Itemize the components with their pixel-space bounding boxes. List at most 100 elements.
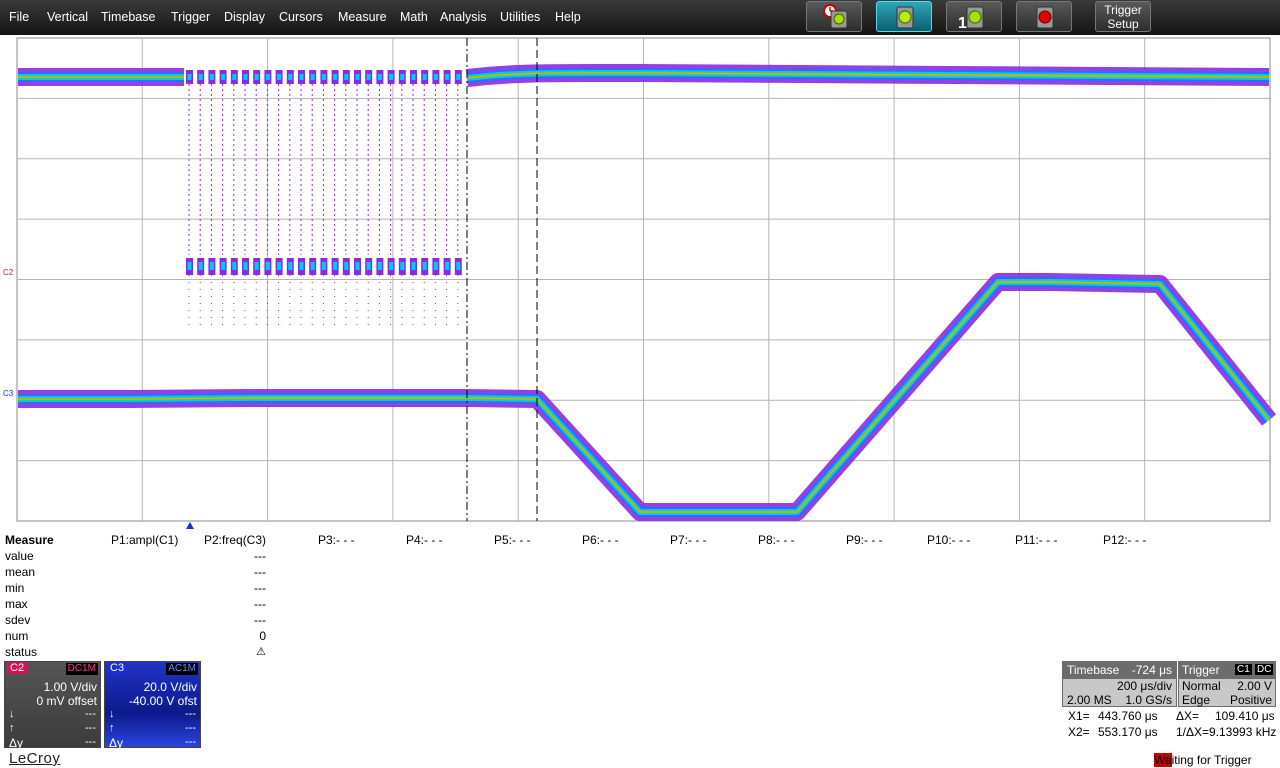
status-text: iting for Trigger — [1171, 753, 1252, 767]
c2-arrow-down-icon: ↓ — [9, 708, 15, 720]
c3-level-marker[interactable]: C3 — [3, 389, 13, 398]
timebase-samples: 2.00 MS — [1067, 693, 1112, 707]
pulse-low-core — [422, 262, 427, 270]
pulse-high-core — [422, 74, 427, 80]
c2-offset: 0 mV offset — [36, 694, 97, 708]
measure-row-max: max — [5, 597, 28, 611]
measure-col-p12[interactable]: P12:- - - — [1103, 533, 1146, 547]
p2-min: --- — [254, 581, 266, 595]
pulse-high-core — [389, 74, 394, 80]
cursor-dx-value: 109.410 μs — [1215, 709, 1275, 723]
pulse-low-core — [321, 262, 326, 270]
c2-tag: C2 — [7, 662, 28, 674]
status-highlight: Wa — [1154, 753, 1172, 767]
pulse-high-core — [411, 74, 416, 80]
pulse-high-core — [209, 74, 214, 80]
c3-cursor-val-2: --- — [185, 722, 196, 734]
trigger-slope: Positive — [1229, 693, 1272, 707]
pulse-low-core — [187, 262, 192, 270]
pulse-high-core — [299, 74, 304, 80]
p2-mean: --- — [254, 565, 266, 579]
measure-col-p2[interactable]: P2:freq(C3) — [204, 533, 266, 547]
measure-col-p1[interactable]: P1:ampl(C1) — [111, 533, 178, 547]
c3-arrow-up-icon: ↑ — [109, 722, 115, 734]
measure-col-p11[interactable]: P11:- - - — [1015, 533, 1057, 547]
pulse-high-core — [243, 74, 248, 80]
pulse-low-core — [288, 262, 293, 270]
pulse-low-core — [254, 262, 259, 270]
measure-col-p5[interactable]: P5:- - - — [494, 533, 531, 547]
c3-cursor-val-1: --- — [185, 708, 196, 720]
pulse-low-core — [445, 262, 450, 270]
measure-col-p9[interactable]: P9:- - - — [846, 533, 883, 547]
pulse-low-core — [344, 262, 349, 270]
measure-row-status: status — [5, 645, 38, 659]
timebase-descriptor[interactable]: Timebase -724 μs 200 μs/div 2.00 MS 1.0 … — [1062, 661, 1177, 707]
c3-arrow-down-icon: ↓ — [109, 708, 115, 720]
cursor-dx-label: ΔX= — [1176, 709, 1200, 723]
trigger-level: 2.00 V — [1237, 679, 1272, 693]
pulse-high-core — [288, 74, 293, 80]
cursor-x2-label: X2= — [1068, 725, 1090, 739]
pulse-high-core — [445, 74, 450, 80]
pulse-high-core — [310, 74, 315, 80]
pulse-high-core — [400, 74, 405, 80]
pulse-high-core — [456, 74, 461, 80]
cursor-inv-label: 1/ΔX= — [1176, 725, 1210, 739]
pulse-low-core — [411, 262, 416, 270]
pulse-low-core — [310, 262, 315, 270]
cursor-x1-label: X1= — [1068, 709, 1090, 723]
pulse-low-core — [456, 262, 461, 270]
timebase-per-div: 200 μs/div — [1117, 679, 1172, 693]
pulse-low-core — [265, 262, 270, 270]
c3-dy-label: Δy — [109, 736, 124, 750]
pulse-low-core — [198, 262, 203, 270]
pulse-high-core — [433, 74, 438, 80]
c3-vdiv: 20.0 V/div — [143, 680, 197, 694]
pulse-low-core — [389, 262, 394, 270]
pulse-low-core — [400, 262, 405, 270]
pulse-low-core — [366, 262, 371, 270]
c2-cursor-val-2: --- — [85, 722, 96, 734]
measure-row-value: value — [5, 549, 34, 563]
measure-col-p7[interactable]: P7:- - - — [670, 533, 707, 547]
trigger-coupling: DC — [1255, 664, 1274, 675]
pulse-high-core — [366, 74, 371, 80]
channel-c3-descriptor[interactable]: C3 AC1M 20.0 V/div -40.00 V ofst ↓ ↑ ---… — [104, 661, 201, 750]
pulse-high-core — [321, 74, 326, 80]
pulse-high-core — [355, 74, 360, 80]
acquisition-status: Waiting for Trigger — [1154, 753, 1252, 767]
pulse-high-core — [265, 74, 270, 80]
pulse-high-core — [232, 74, 237, 80]
measure-col-p10[interactable]: P10:- - - — [927, 533, 970, 547]
measure-row-mean: mean — [5, 565, 36, 579]
pulse-low-core — [209, 262, 214, 270]
c2-cursor-val-1: --- — [85, 708, 96, 720]
measure-row-sdev: sdev — [5, 613, 31, 627]
c2-level-marker[interactable]: C2 — [3, 268, 13, 277]
measure-col-p4[interactable]: P4:- - - — [406, 533, 443, 547]
waveform-display[interactable] — [0, 0, 1280, 531]
pulse-high-core — [254, 74, 259, 80]
measure-col-p8[interactable]: P8:- - - — [758, 533, 795, 547]
measure-col-p6[interactable]: P6:- - - — [582, 533, 619, 547]
pulse-high-core — [344, 74, 349, 80]
pulse-low-core — [355, 262, 360, 270]
trigger-descriptor[interactable]: Trigger C1 DC Normal 2.00 V Edge Positiv… — [1178, 661, 1276, 707]
channel-c2-descriptor[interactable]: C2 DC1M 1.00 V/div 0 mV offset ↓ ↑ --- -… — [4, 661, 101, 750]
measure-row-num: num — [5, 629, 29, 643]
timebase-rate: 1.0 GS/s — [1125, 693, 1172, 707]
measure-col-p3[interactable]: P3:- - - — [318, 533, 355, 547]
trigger-type: Edge — [1182, 693, 1211, 707]
trigger-source: C1 — [1235, 664, 1252, 675]
timebase-delay: -724 μs — [1131, 663, 1172, 677]
pulse-low-core — [377, 262, 382, 270]
c2-arrow-up-icon: ↑ — [9, 722, 15, 734]
c3-tag: C3 — [107, 662, 128, 674]
pulse-low-core — [243, 262, 248, 270]
trigger-position-icon[interactable] — [186, 522, 194, 529]
pulse-low-core — [333, 262, 338, 270]
pulse-high-core — [187, 74, 192, 80]
pulse-low-core — [299, 262, 304, 270]
pulse-low-core — [433, 262, 438, 270]
